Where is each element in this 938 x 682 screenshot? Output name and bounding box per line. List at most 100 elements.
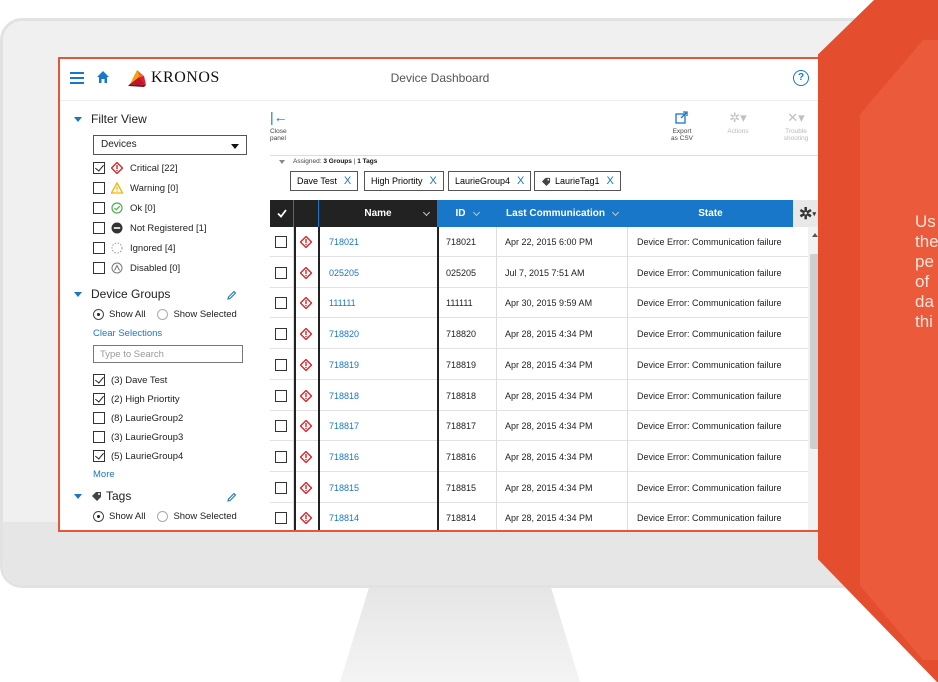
device-name-link[interactable]: 718817 (329, 411, 359, 441)
tags-header[interactable]: Tags (74, 489, 131, 503)
table-row[interactable]: 718814 718814 Apr 28, 2015 4:34 PM Device E… (270, 503, 810, 530)
status-ignored[interactable]: Ignored [4] (93, 240, 175, 256)
last-communication: Apr 28, 2015 4:34 PM (505, 390, 593, 401)
row-checkbox[interactable] (275, 389, 287, 402)
device-state: Device Error: Communication failure (637, 482, 782, 493)
row-checkbox[interactable] (275, 266, 287, 279)
device-name-link[interactable]: 718814 (329, 503, 359, 530)
table-row[interactable]: 718021 718021 Apr 22, 2015 6:00 PM Device E… (270, 227, 810, 257)
assigned-caret-icon[interactable] (279, 159, 285, 164)
banner-line: Us (915, 212, 936, 231)
chip-remove-icon[interactable]: X (344, 175, 351, 187)
more-groups-link[interactable]: More (93, 469, 115, 480)
table-row[interactable]: 718815 718815 Apr 28, 2015 4:34 PM Device E… (270, 473, 810, 503)
device-name-link[interactable]: 718816 (329, 442, 359, 472)
checkbox[interactable] (93, 450, 105, 462)
tags-show-all-radio[interactable] (93, 510, 104, 522)
group-search-input[interactable]: Type to Search (93, 345, 243, 363)
device-type-select[interactable]: Devices (93, 135, 247, 155)
device-name-link[interactable]: 718815 (329, 473, 359, 503)
column-header-last-communication[interactable]: Last Communication (497, 200, 627, 227)
groups-show-toggle: Show All Show Selected (93, 307, 237, 321)
checkbox[interactable] (93, 162, 105, 174)
checkbox[interactable] (93, 393, 105, 405)
device-name-link[interactable]: 718820 (329, 319, 359, 349)
close-panel-button[interactable]: |← Close panel (270, 110, 288, 142)
table-row[interactable]: 718817 718817 Apr 28, 2015 4:34 PM Device E… (270, 411, 810, 442)
table-row[interactable]: 111111 111111 Apr 30, 2015 9:59 AM Device E… (270, 288, 810, 319)
scroll-up-arrow-icon[interactable] (812, 233, 818, 237)
row-checkbox[interactable] (275, 512, 287, 525)
status-ok[interactable]: Ok [0] (93, 200, 155, 216)
table-row[interactable]: 718816 718816 Apr 28, 2015 4:34 PM Device E… (270, 442, 810, 472)
status-warning[interactable]: Warning [0] (93, 180, 178, 196)
edit-tags-pencil-icon[interactable] (227, 492, 237, 502)
show-selected-radio[interactable] (157, 308, 169, 320)
tags-show-selected-radio[interactable] (157, 510, 169, 522)
group-dave-test[interactable]: (3) Dave Test (93, 372, 167, 388)
column-divider (496, 227, 497, 530)
table-row[interactable]: 718819 718819 Apr 28, 2015 4:34 PM Device E… (270, 350, 810, 380)
checkbox[interactable] (93, 431, 105, 443)
group-lauriegroup2[interactable]: (8) LaurieGroup2 (93, 410, 183, 426)
column-settings-gear-icon[interactable]: ✲ ▾ (793, 200, 820, 227)
row-status-cell (300, 442, 312, 472)
row-checkbox[interactable] (275, 450, 287, 463)
chip-remove-icon[interactable]: X (517, 175, 524, 187)
group-lauriegroup4[interactable]: (5) LaurieGroup4 (93, 448, 183, 464)
checkbox[interactable] (93, 222, 105, 234)
close-panel-label-2: panel (270, 135, 286, 142)
chip-remove-icon[interactable]: X (607, 175, 614, 187)
row-checkbox-cell (275, 503, 293, 530)
group-label: (5) LaurieGroup4 (111, 450, 184, 462)
help-icon[interactable]: ? (793, 70, 809, 86)
column-header-name[interactable]: Name (319, 200, 437, 227)
edit-groups-pencil-icon[interactable] (227, 290, 237, 300)
group-lauriegroup3[interactable]: (3) LaurieGroup3 (93, 429, 183, 445)
table-row[interactable]: 025205 025205 Jul 7, 2015 7:51 AM Device Er… (270, 258, 810, 288)
checkbox[interactable] (93, 262, 105, 274)
device-groups-header[interactable]: Device Groups (74, 287, 170, 301)
chip-remove-icon[interactable]: X (430, 175, 437, 187)
checkbox[interactable] (93, 242, 105, 254)
select-all-checkbox[interactable] (270, 200, 293, 227)
row-checkbox[interactable] (275, 236, 287, 248)
column-header-id[interactable]: ID (438, 200, 496, 227)
device-name-link[interactable]: 025205 (329, 258, 359, 288)
chip-high-priority: High Priortity X (364, 171, 444, 191)
filter-view-header[interactable]: Filter View (74, 112, 147, 126)
clear-selections-link[interactable]: Clear Selections (93, 328, 162, 339)
device-name-link[interactable]: 718818 (329, 381, 359, 411)
checkbox[interactable] (93, 202, 105, 214)
row-checkbox[interactable] (275, 358, 287, 371)
device-name-link[interactable]: 111111 (329, 288, 356, 318)
row-checkbox[interactable] (275, 297, 287, 310)
status-disabled[interactable]: Disabled [0] (93, 260, 180, 276)
column-header-state[interactable]: State (628, 200, 793, 227)
status-not-registered[interactable]: Not Registered [1] (93, 220, 207, 236)
column-divider (437, 227, 439, 530)
row-status-cell (300, 473, 312, 503)
row-checkbox[interactable] (275, 481, 287, 494)
select-value: Devices (101, 139, 137, 150)
actions-button[interactable]: ✲▾ Actions (722, 111, 754, 135)
group-high-priority[interactable]: (2) High Priortity (93, 391, 180, 407)
tags-show-selected-label: Show Selected (173, 510, 237, 522)
checkbox[interactable] (93, 374, 105, 386)
checkbox[interactable] (93, 182, 105, 194)
table-row[interactable]: 718818 718818 Apr 28, 2015 4:34 PM Device E… (270, 381, 810, 411)
device-name-link[interactable]: 718021 (329, 227, 359, 257)
row-status-cell (300, 258, 312, 288)
status-label: Critical [22] (130, 162, 178, 174)
export-label-2: as CSV (670, 135, 694, 142)
status-critical[interactable]: Critical [22] (93, 160, 178, 176)
row-checkbox[interactable] (275, 420, 287, 433)
export-csv-button[interactable]: Export as CSV (666, 111, 698, 142)
device-name-link[interactable]: 718819 (329, 350, 359, 380)
group-label: (3) LaurieGroup3 (111, 431, 184, 443)
checkbox[interactable] (93, 412, 105, 424)
troubleshooting-button[interactable]: ✕▾ Trouble shooting (778, 111, 814, 142)
show-all-radio[interactable] (93, 308, 104, 320)
table-row[interactable]: 718820 718820 Apr 28, 2015 4:34 PM Device E… (270, 319, 810, 350)
row-checkbox[interactable] (275, 328, 287, 341)
